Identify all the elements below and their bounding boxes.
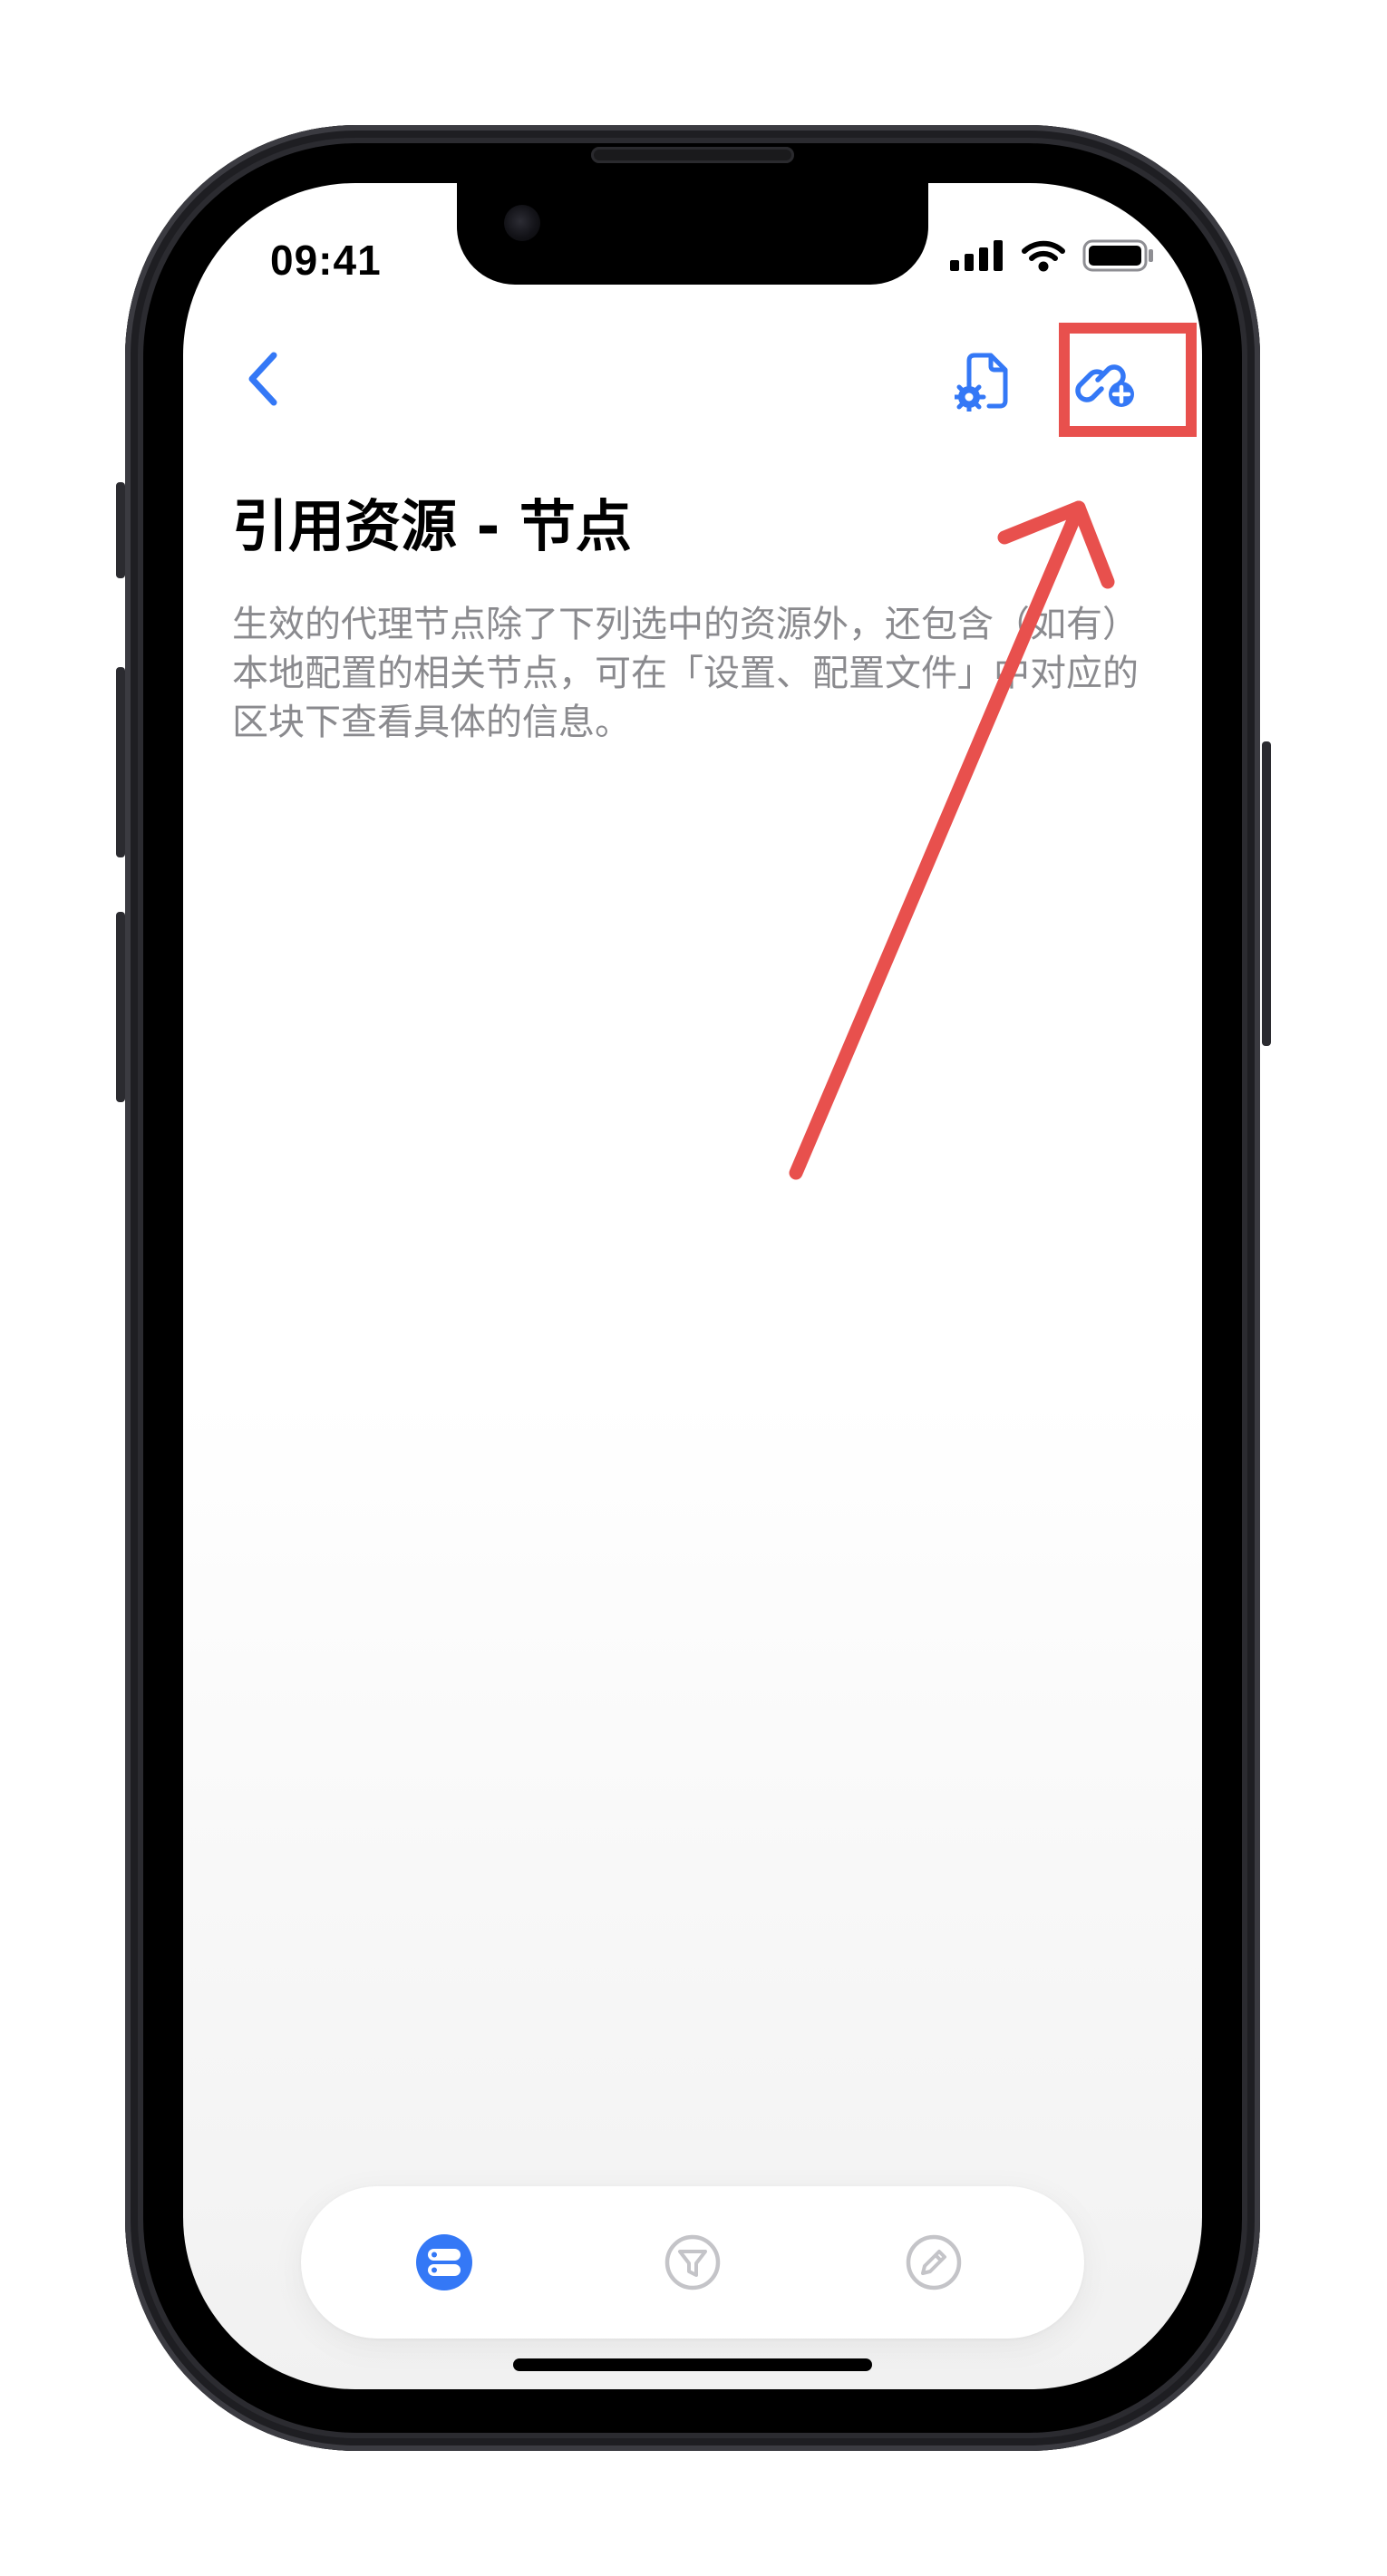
home-indicator bbox=[513, 2358, 872, 2371]
tab-filter[interactable] bbox=[664, 2233, 722, 2291]
status-time: 09:41 bbox=[270, 237, 382, 284]
page-description: 生效的代理节点除了下列选中的资源外，还包含（如有）本地配置的相关节点，可在「设置… bbox=[232, 604, 1139, 743]
server-stack-icon bbox=[416, 2234, 472, 2290]
pencil-icon bbox=[906, 2234, 962, 2290]
chevron-left-icon bbox=[248, 352, 277, 406]
volume-down-button bbox=[116, 912, 125, 1102]
screenshot-canvas: 09:41 引用资源 - 节点 生效的代理节点除了下列选中的资源外，还包含（如有… bbox=[0, 0, 1387, 2576]
phone-screen: 09:41 引用资源 - 节点 生效的代理节点除了下列选中的资源外，还包含（如有… bbox=[183, 183, 1202, 2389]
volume-up-button bbox=[116, 667, 125, 857]
document-gear-icon bbox=[955, 353, 1008, 412]
wifi-icon bbox=[1021, 239, 1066, 276]
status-icons bbox=[950, 239, 1155, 276]
config-file-button[interactable] bbox=[952, 350, 1015, 413]
battery-icon bbox=[1082, 239, 1155, 276]
tab-bar bbox=[301, 2186, 1084, 2339]
tab-resources[interactable] bbox=[415, 2233, 473, 2291]
page-title: 引用资源 - 节点 bbox=[232, 493, 632, 559]
filter-icon bbox=[664, 2234, 721, 2290]
tab-edit[interactable] bbox=[905, 2233, 963, 2291]
cellular-signal-icon bbox=[950, 240, 1004, 275]
annotation-highlight-box bbox=[1059, 323, 1197, 437]
front-camera bbox=[504, 205, 540, 241]
earpiece-speaker bbox=[591, 147, 794, 163]
action-button bbox=[116, 482, 125, 578]
back-button[interactable] bbox=[236, 344, 290, 413]
power-button bbox=[1262, 741, 1271, 1046]
